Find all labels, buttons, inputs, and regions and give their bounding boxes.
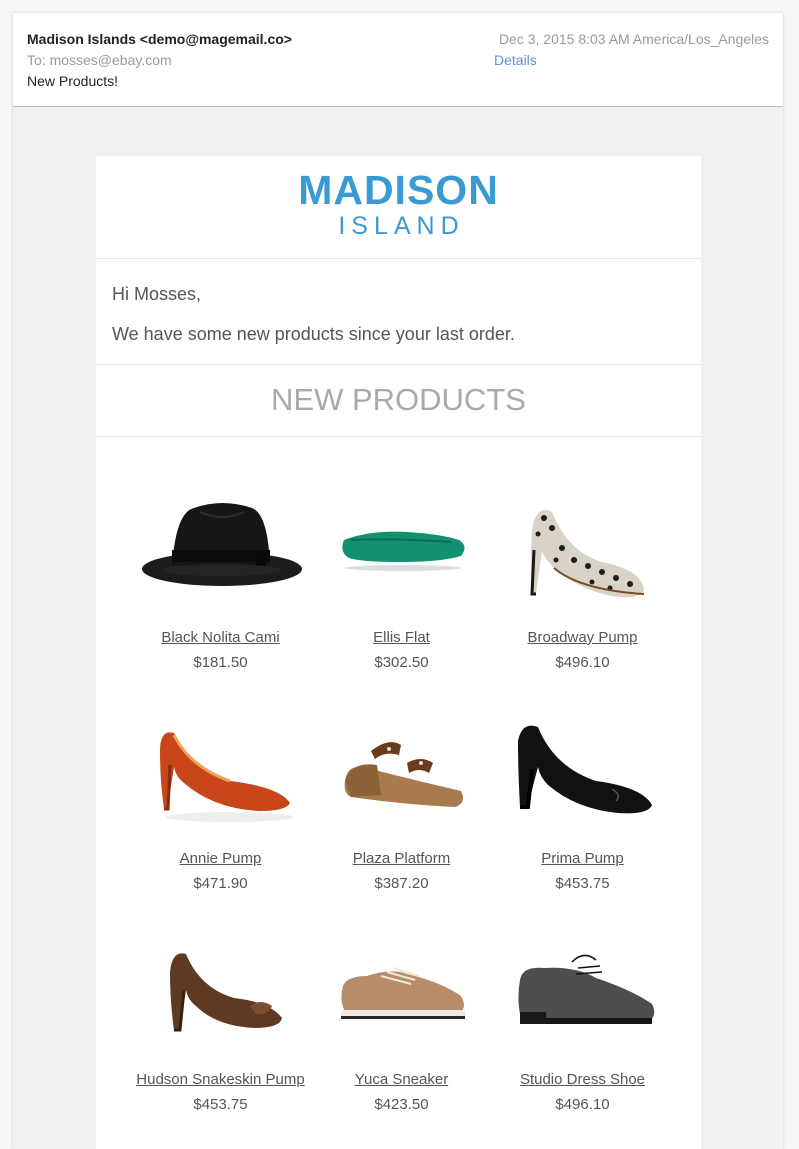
product-price: $302.50 bbox=[374, 654, 429, 671]
product-image[interactable] bbox=[311, 711, 492, 831]
shoe-icon bbox=[518, 725, 652, 814]
product-image[interactable] bbox=[492, 711, 673, 831]
brand-logo: MADISON ISLAND bbox=[96, 168, 701, 240]
shoe-icon bbox=[160, 732, 294, 822]
logo-wordmark-bottom: ISLAND bbox=[338, 212, 465, 240]
product-card: Annie Pump $471.90 bbox=[130, 711, 311, 893]
product-price: $453.75 bbox=[193, 1096, 248, 1113]
product-price: $387.20 bbox=[374, 875, 429, 892]
product-image[interactable] bbox=[130, 490, 311, 610]
shoe-icon bbox=[170, 953, 282, 1032]
product-image[interactable] bbox=[492, 932, 673, 1052]
product-image[interactable] bbox=[492, 490, 673, 610]
sender: Madison Islands <demo@magemail.co> bbox=[27, 31, 292, 47]
shoe-icon bbox=[530, 510, 645, 598]
product-link[interactable]: Studio Dress Shoe bbox=[492, 1071, 673, 1089]
product-image[interactable] bbox=[311, 490, 492, 610]
product-card: Plaza Platform $387.20 bbox=[311, 711, 492, 893]
subject: New Products! bbox=[27, 73, 119, 89]
divider bbox=[96, 436, 701, 437]
product-card: Prima Pump $453.75 bbox=[492, 711, 673, 893]
product-card: Studio Dress Shoe $496.10 bbox=[492, 932, 673, 1114]
sneaker-icon bbox=[341, 967, 465, 1019]
section-title: NEW PRODUCTS bbox=[271, 382, 526, 417]
product-price: $453.75 bbox=[555, 875, 610, 892]
product-card: Black Nolita Cami $181.50 bbox=[130, 490, 311, 672]
intro-text: We have some new products since your las… bbox=[112, 324, 515, 344]
product-card: Ellis Flat $302.50 bbox=[311, 490, 492, 672]
product-image[interactable] bbox=[130, 932, 311, 1052]
sent-date: Dec 3, 2015 8:03 AM America/Los_Angeles bbox=[498, 31, 769, 47]
hat-icon bbox=[142, 503, 302, 586]
product-card: Hudson Snakeskin Pump $453.75 bbox=[130, 932, 311, 1114]
product-image[interactable] bbox=[130, 711, 311, 831]
email-viewer: Madison Islands <demo@magemail.co> To: m… bbox=[13, 13, 783, 1149]
product-price: $423.50 bbox=[374, 1096, 429, 1113]
sandal-icon bbox=[344, 742, 463, 807]
shoe-icon bbox=[518, 954, 655, 1024]
shoe-icon bbox=[342, 531, 465, 571]
product-price: $181.50 bbox=[193, 654, 248, 671]
recipient: To: mosses@ebay.com bbox=[27, 52, 172, 68]
email-body: MADISON ISLAND Hi Mosses, We have some n… bbox=[96, 156, 701, 1149]
product-link[interactable]: Prima Pump bbox=[492, 850, 673, 868]
details-link[interactable]: Details bbox=[494, 52, 537, 68]
product-price: $496.10 bbox=[555, 654, 610, 671]
logo-wordmark-top: MADISON bbox=[298, 167, 499, 213]
email-header: Madison Islands <demo@magemail.co> To: m… bbox=[13, 13, 783, 107]
product-link[interactable]: Annie Pump bbox=[130, 850, 311, 868]
product-link[interactable]: Yuca Sneaker bbox=[311, 1071, 492, 1089]
product-link[interactable]: Black Nolita Cami bbox=[130, 629, 311, 647]
product-link[interactable]: Ellis Flat bbox=[311, 629, 492, 647]
product-link[interactable]: Hudson Snakeskin Pump bbox=[130, 1071, 311, 1089]
product-image[interactable] bbox=[311, 932, 492, 1052]
greeting: Hi Mosses, bbox=[112, 284, 202, 304]
divider bbox=[96, 258, 701, 259]
product-price: $496.10 bbox=[555, 1096, 610, 1113]
product-price: $471.90 bbox=[193, 875, 248, 892]
product-card: Broadway Pump $496.10 bbox=[492, 490, 673, 672]
product-card: Yuca Sneaker $423.50 bbox=[311, 932, 492, 1114]
divider bbox=[96, 364, 701, 365]
product-link[interactable]: Plaza Platform bbox=[311, 850, 492, 868]
product-link[interactable]: Broadway Pump bbox=[492, 629, 673, 647]
